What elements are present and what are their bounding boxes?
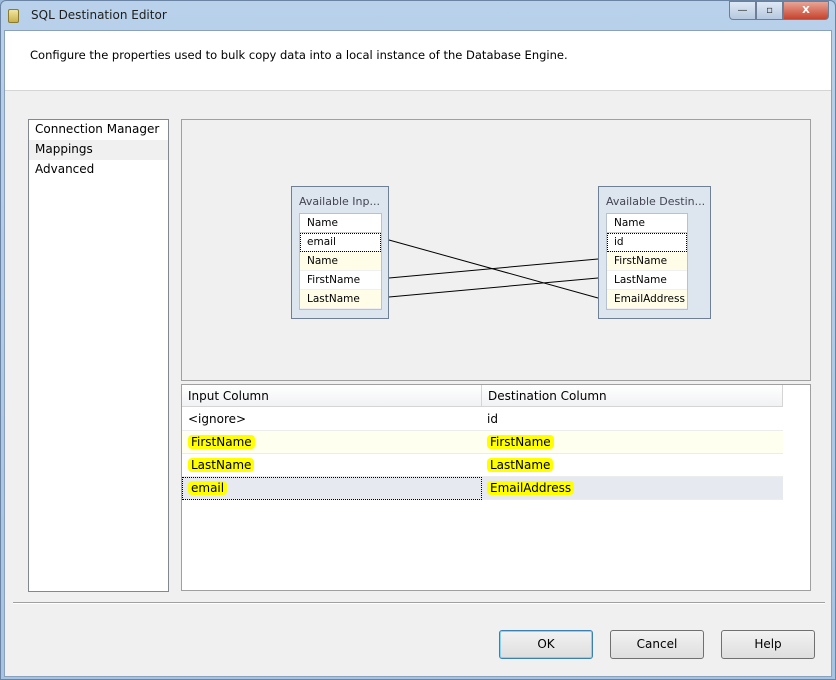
header-destination-column[interactable]: Destination Column bbox=[482, 385, 783, 407]
close-button[interactable]: X bbox=[783, 1, 829, 20]
input-cell[interactable]: email bbox=[188, 481, 228, 495]
dialog-window: SQL Destination Editor — ▫ X Configure t… bbox=[0, 0, 836, 680]
help-button[interactable]: Help bbox=[721, 630, 815, 659]
minimize-button[interactable]: — bbox=[729, 1, 756, 20]
nav-item-connection-manager[interactable]: Connection Manager bbox=[29, 120, 168, 140]
input-cell[interactable]: FirstName bbox=[188, 435, 255, 449]
mapping-line-lastname[interactable] bbox=[388, 277, 599, 298]
table-row[interactable]: LastName LastName bbox=[182, 454, 783, 477]
destination-cell: FirstName bbox=[487, 435, 554, 449]
destination-cell: EmailAddress bbox=[487, 481, 575, 495]
table-row[interactable]: <ignore> id bbox=[182, 408, 783, 431]
nav-item-advanced[interactable]: Advanced bbox=[29, 160, 168, 180]
description: Configure the properties used to bulk co… bbox=[5, 31, 831, 91]
divider bbox=[13, 602, 825, 604]
table-row[interactable]: FirstName FirstName bbox=[182, 431, 783, 454]
input-cell[interactable]: <ignore> bbox=[188, 412, 246, 426]
nav-list: Connection Manager Mappings Advanced bbox=[28, 119, 169, 592]
mappings-grid: Input Column Destination Column <ignore>… bbox=[181, 384, 811, 591]
nav-item-mappings[interactable]: Mappings bbox=[29, 140, 168, 160]
table-row[interactable]: email EmailAddress bbox=[182, 477, 783, 500]
cancel-button[interactable]: Cancel bbox=[610, 630, 704, 659]
maximize-button[interactable]: ▫ bbox=[756, 1, 783, 20]
ok-button[interactable]: OK bbox=[499, 630, 593, 659]
destination-cell: id bbox=[487, 412, 498, 426]
mapping-line-firstname[interactable] bbox=[388, 258, 599, 279]
mapping-lines bbox=[388, 239, 599, 299]
header-input-column[interactable]: Input Column bbox=[182, 385, 482, 407]
window-title: SQL Destination Editor bbox=[31, 8, 167, 22]
input-cell[interactable]: LastName bbox=[188, 458, 255, 472]
app-icon bbox=[8, 9, 19, 23]
mapping-diagram: Available Inp... Name email Name FirstNa… bbox=[181, 119, 811, 381]
destination-cell: LastName bbox=[487, 458, 554, 472]
dialog-body: Configure the properties used to bulk co… bbox=[4, 30, 832, 677]
